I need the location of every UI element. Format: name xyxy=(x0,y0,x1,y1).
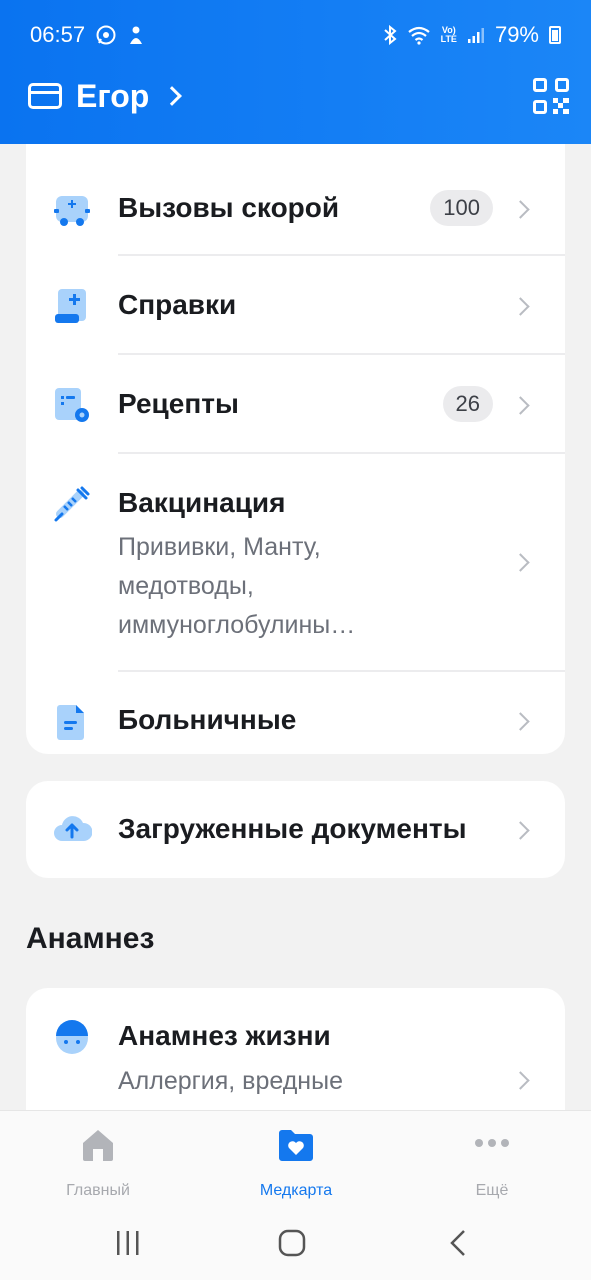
sick-leave-document-icon xyxy=(57,705,84,740)
medical-records-card: Вызовы скорой 100 Справки Рецепты 26 Вак… xyxy=(26,144,565,754)
app-header: 06:57 Vo) LTE 79% Егор xyxy=(0,0,591,144)
chevron-right-icon xyxy=(511,1071,530,1090)
system-navigation-bar xyxy=(0,1210,591,1280)
home-button-icon[interactable] xyxy=(278,1228,306,1258)
wifi-icon xyxy=(407,26,430,45)
row-title: Справки xyxy=(118,289,237,320)
bottom-navigation: Главный Медкарта Ещё xyxy=(0,1110,591,1210)
back-icon[interactable] xyxy=(446,1228,470,1258)
certificates-item[interactable]: Справки xyxy=(26,256,565,353)
chevron-right-icon xyxy=(511,396,530,415)
medcard-folder-icon xyxy=(279,1130,313,1161)
nav-label: Главный xyxy=(66,1182,130,1199)
qr-code-icon[interactable] xyxy=(533,78,569,114)
whatsapp-icon xyxy=(96,25,116,45)
sick-leave-item[interactable]: Больничные xyxy=(26,672,565,754)
recent-apps-icon[interactable] xyxy=(114,1228,142,1258)
section-title-anamnesis: Анамнез xyxy=(26,922,155,955)
syringe-icon xyxy=(54,486,90,522)
more-icon xyxy=(475,1139,509,1147)
battery-percent: 79% xyxy=(494,22,539,47)
nav-label: Медкарта xyxy=(259,1182,333,1199)
row-title: Больничные xyxy=(118,704,297,735)
nav-item-home[interactable]: Главный xyxy=(28,1125,168,1200)
signal-icon xyxy=(467,28,484,43)
certificate-icon xyxy=(55,289,86,323)
chevron-right-icon xyxy=(511,297,530,316)
card-icon xyxy=(28,83,62,109)
notification-app-icon xyxy=(130,26,143,44)
profile-switcher[interactable]: Егор xyxy=(28,77,183,115)
row-subtitle: Прививки, Манту, медотводы, иммуноглобул… xyxy=(118,533,356,639)
status-time: 06:57 xyxy=(30,22,86,47)
prescriptions-item[interactable]: Рецепты 26 xyxy=(26,355,565,452)
row-title: Загруженные документы xyxy=(118,813,467,844)
status-bar: 06:57 Vo) LTE 79% xyxy=(30,20,561,50)
ambulance-calls-item[interactable]: Вызовы скорой 100 xyxy=(26,160,565,256)
uploaded-documents-card[interactable]: Загруженные документы xyxy=(26,781,565,878)
content-scroll-area[interactable]: Вызовы скорой 100 Справки Рецепты 26 Вак… xyxy=(0,144,591,1110)
row-subtitle: Аллергия, вредные xyxy=(118,1067,343,1095)
profile-name: Егор xyxy=(76,77,150,114)
row-title: Рецепты xyxy=(118,388,239,419)
battery-icon xyxy=(549,26,561,44)
chevron-right-icon xyxy=(511,821,530,840)
row-title: Анамнез жизни xyxy=(118,1020,331,1051)
volte-indicator: Vo) LTE xyxy=(440,25,457,44)
nav-item-more[interactable]: Ещё xyxy=(422,1125,562,1200)
chevron-right-icon xyxy=(162,86,183,106)
home-icon xyxy=(83,1130,113,1161)
anamnesis-card: Анамнез жизни Аллергия, вредные xyxy=(26,988,565,1110)
life-anamnesis-item[interactable]: Анамнез жизни Аллергия, вредные xyxy=(26,988,565,1110)
count-badge: 26 xyxy=(442,386,493,422)
row-title: Вызовы скорой xyxy=(118,192,340,223)
cloud-upload-icon xyxy=(54,816,92,841)
bluetooth-icon xyxy=(383,25,397,45)
prescription-icon xyxy=(55,388,89,422)
count-badge: 100 xyxy=(430,190,493,226)
ambulance-icon xyxy=(54,196,90,226)
person-icon xyxy=(56,1020,88,1054)
row-title: Вакцинация xyxy=(118,487,286,518)
nav-label: Ещё xyxy=(475,1182,509,1199)
uploaded-documents-item[interactable]: Загруженные документы xyxy=(26,781,565,878)
vaccination-item[interactable]: Вакцинация Прививки, Манту, медотводы, и… xyxy=(26,454,565,670)
nav-item-medcard[interactable]: Медкарта xyxy=(226,1125,366,1200)
chevron-right-icon xyxy=(511,553,530,572)
chevron-right-icon xyxy=(511,200,530,219)
chevron-right-icon xyxy=(511,712,530,731)
